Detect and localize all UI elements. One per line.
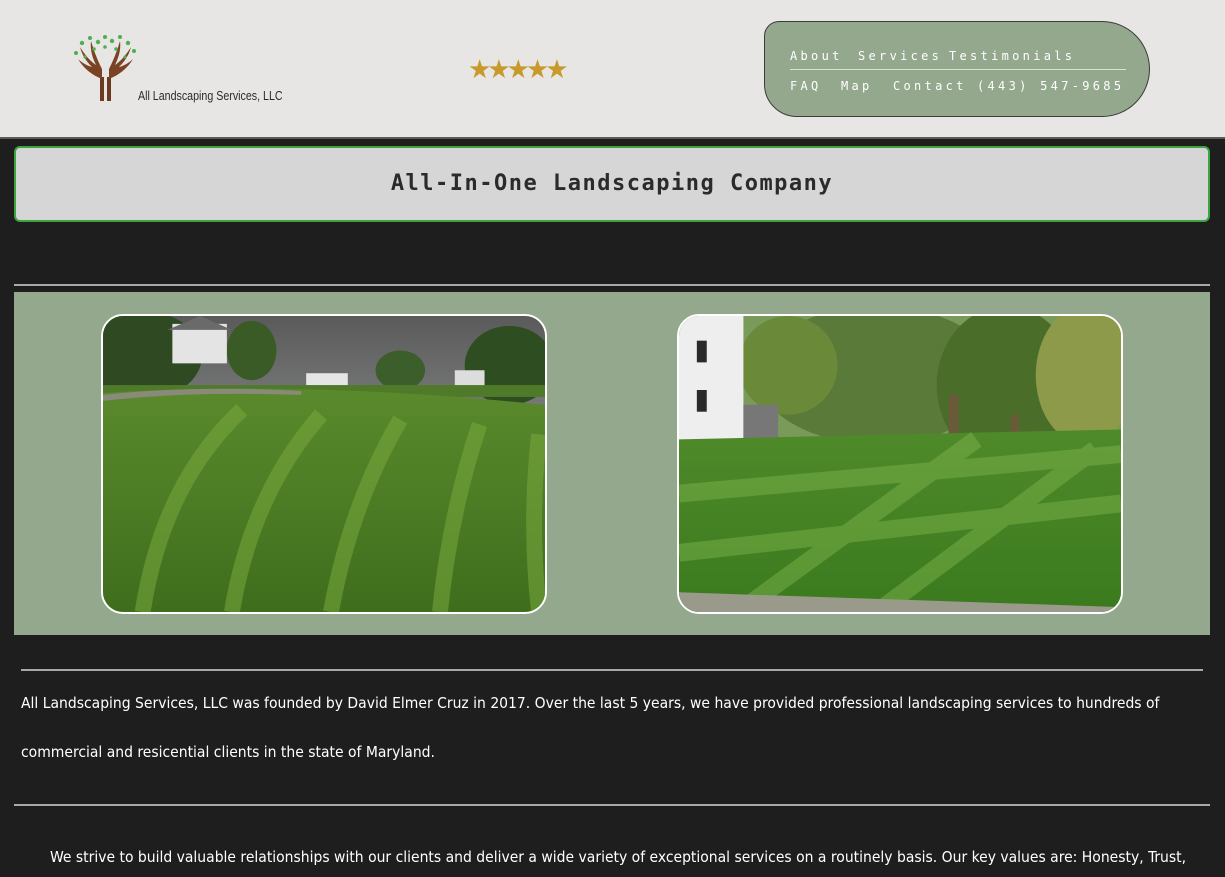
section-divider — [14, 804, 1210, 806]
section-divider — [14, 284, 1210, 286]
nav-link-testimonials[interactable]: Testimonials — [949, 49, 1075, 63]
main-nav: About Services Testimonials FAQ Map Cont… — [764, 21, 1150, 117]
tree-hands-logo-icon — [74, 35, 136, 101]
lawn-photo-2[interactable] — [677, 314, 1123, 614]
lawn-image — [679, 316, 1121, 612]
lawn-photo-1[interactable] — [101, 314, 547, 614]
values-text-line-1: We strive to build valuable relationship… — [50, 848, 1187, 866]
nav-link-contact[interactable]: Contact — [893, 79, 967, 93]
five-star-rating-icon: ★★★★★ — [468, 55, 569, 85]
nav-link-map[interactable]: Map — [841, 79, 873, 93]
page-title: All-In-One Landscaping Company — [390, 171, 834, 196]
nav-link-faq[interactable]: FAQ — [790, 79, 822, 93]
site-header: All Landscaping Services, LLC ★★★★★ Abou… — [0, 0, 1225, 139]
nav-divider — [790, 69, 1126, 70]
company-logo[interactable]: All Landscaping Services, LLC — [70, 33, 300, 108]
nav-link-about[interactable]: About — [790, 49, 843, 63]
logo-text: All Landscaping Services, LLC — [138, 88, 283, 103]
section-divider — [21, 669, 1203, 671]
lawn-image — [103, 316, 545, 612]
about-text-line-2: commercial and resicential clients in th… — [21, 743, 435, 761]
about-text-line-1: All Landscaping Services, LLC was founde… — [21, 694, 1160, 712]
nav-phone-link[interactable]: (443) 547-9685 — [977, 79, 1124, 93]
photo-gallery — [14, 292, 1210, 635]
hero-title-banner: All-In-One Landscaping Company — [14, 146, 1210, 222]
nav-link-services[interactable]: Services — [858, 49, 942, 63]
